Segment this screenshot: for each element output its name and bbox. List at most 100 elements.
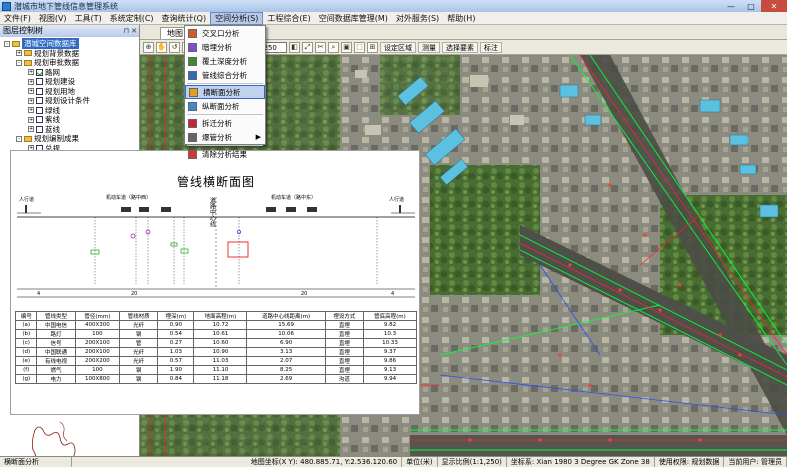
table-cell: 10.33 bbox=[362, 338, 418, 348]
layer-tree-title: 图层控制树 bbox=[3, 26, 43, 35]
toolbar-button-1[interactable]: 测量 bbox=[418, 41, 440, 53]
table-row: (g) 电力 100X800 钢 0.84 11.18 2.69 沟道 9.94 bbox=[14, 374, 418, 384]
view-icon-1[interactable]: ⤢ bbox=[302, 41, 313, 53]
table-cell: 100X800 bbox=[74, 374, 121, 384]
pipe-b bbox=[130, 233, 136, 239]
tool-icon-2[interactable]: ↺ bbox=[169, 41, 180, 53]
menu-item-analysis[interactable]: 清除分析结果 bbox=[185, 147, 265, 161]
view-icon-4[interactable]: ▣ bbox=[341, 41, 352, 53]
tool-icon-0[interactable]: ⊕ bbox=[143, 41, 154, 53]
label-right-sidewalk: 人行道 bbox=[389, 196, 404, 203]
layer-checkbox[interactable] bbox=[36, 68, 43, 76]
status-scale: 显示比例(1:1,250) bbox=[438, 457, 507, 467]
table-cell: 直埋 bbox=[324, 329, 364, 339]
layer-checkbox[interactable] bbox=[36, 125, 43, 133]
pipe-attribute-table: 编号 管线类型 管径(mm) 管线材质 埋深(m) 地面高程(m) 道路中心线距离(m) 埋设… bbox=[14, 311, 418, 384]
expand-toggle-icon[interactable]: - bbox=[16, 135, 22, 142]
close-button[interactable]: ✕ bbox=[761, 0, 787, 12]
maximize-button[interactable]: □ bbox=[741, 0, 761, 12]
table-header: 管线类型 bbox=[36, 311, 76, 321]
tool-icon-1[interactable]: ✋ bbox=[156, 41, 167, 53]
table-cell: 直埋 bbox=[324, 365, 364, 375]
table-header: 管底高程(m) bbox=[362, 311, 418, 321]
layer-checkbox[interactable] bbox=[36, 106, 43, 114]
tree-node[interactable]: + 规划设计条件 bbox=[0, 96, 139, 106]
analysis-icon bbox=[188, 42, 197, 52]
tree-node[interactable]: - 规划编制成果 bbox=[0, 134, 139, 144]
menu-item-analysis[interactable]: 爆管分析 ▶ bbox=[185, 130, 265, 144]
layer-checkbox[interactable] bbox=[36, 116, 43, 124]
layer-checkbox[interactable] bbox=[36, 78, 43, 86]
menu-item-9[interactable]: 帮助(H) bbox=[443, 12, 479, 25]
app-icon bbox=[2, 1, 11, 11]
table-cell: 电力 bbox=[36, 374, 76, 384]
table-cell: 2.69 bbox=[246, 374, 326, 384]
view-icon-2[interactable]: ✂ bbox=[315, 41, 326, 53]
menu-item-3[interactable]: 系统定制(C) bbox=[106, 12, 158, 25]
menu-item-analysis[interactable]: 纵断面分析 bbox=[185, 99, 265, 113]
table-cell: 中国电信 bbox=[36, 320, 76, 330]
view-icon-5[interactable]: ⬚ bbox=[354, 41, 365, 53]
expand-toggle-icon[interactable]: - bbox=[4, 40, 10, 47]
table-header: 道路中心线距离(m) bbox=[246, 311, 326, 321]
expand-toggle-icon[interactable]: + bbox=[28, 116, 34, 123]
menu-item-2[interactable]: 工具(T) bbox=[71, 12, 106, 25]
menu-item-label: 暗埋分析 bbox=[202, 42, 232, 52]
menu-item-analysis[interactable]: 横断面分析 bbox=[185, 85, 265, 99]
tree-node[interactable]: - 规划审批数据 bbox=[0, 58, 139, 68]
status-coords: 地图坐标(X Y): 480.885.71, Y:2.536.120.60 bbox=[247, 457, 403, 467]
table-cell: 10.60 bbox=[193, 338, 248, 348]
menu-item-analysis[interactable]: 覆土深度分析 bbox=[185, 54, 265, 68]
layer-checkbox[interactable] bbox=[36, 87, 43, 95]
minimize-button[interactable]: — bbox=[721, 0, 741, 12]
menu-item-analysis[interactable]: 拆迁分析 bbox=[185, 116, 265, 130]
menu-item-4[interactable]: 查询统计(Q) bbox=[158, 12, 211, 25]
expand-toggle-icon[interactable]: + bbox=[28, 78, 34, 85]
toolbar-button-2[interactable]: 选择要素 bbox=[442, 41, 478, 53]
table-cell: 3.13 bbox=[246, 347, 326, 357]
table-cell: 400X300 bbox=[74, 320, 121, 330]
menu-item-8[interactable]: 对外服务(S) bbox=[392, 12, 443, 25]
menu-item-1[interactable]: 视图(V) bbox=[35, 12, 71, 25]
view-icon-6[interactable]: ⊞ bbox=[367, 41, 378, 53]
layer-checkbox[interactable] bbox=[36, 97, 43, 105]
expand-toggle-icon[interactable]: + bbox=[16, 50, 22, 57]
expand-toggle-icon[interactable]: + bbox=[28, 69, 34, 76]
expand-toggle-icon[interactable]: - bbox=[16, 59, 22, 66]
menu-item-analysis[interactable]: 管线综合分析 bbox=[185, 68, 265, 82]
view-icon-3[interactable]: ⌕ bbox=[328, 41, 339, 53]
toolbar-button-0[interactable]: 设定区域 bbox=[380, 41, 416, 53]
table-cell: 9.37 bbox=[362, 347, 418, 357]
menu-item-6[interactable]: 工程综合(E) bbox=[263, 12, 314, 25]
toolbar-button-3[interactable]: 标注 bbox=[480, 41, 502, 53]
folder-icon bbox=[24, 59, 32, 66]
table-cell: 钢 bbox=[119, 329, 159, 339]
table-cell: 11.18 bbox=[193, 374, 248, 384]
table-cell: 0.90 bbox=[157, 320, 195, 330]
table-cell: 沟道 bbox=[324, 374, 364, 384]
expand-toggle-icon[interactable]: + bbox=[28, 88, 34, 95]
table-row: (c) 信号 200X100 管 0.27 10.60 6.90 直埋 10.33 bbox=[14, 338, 418, 348]
table-cell: 钢 bbox=[119, 365, 159, 375]
tree-node[interactable]: + 绿线 bbox=[0, 106, 139, 116]
pin-icon[interactable]: ⊓ ✕ bbox=[123, 25, 137, 37]
menu-item-0[interactable]: 文件(F) bbox=[0, 12, 35, 25]
status-unit: 单位(米) bbox=[402, 457, 438, 467]
expand-toggle-icon[interactable]: + bbox=[28, 126, 34, 133]
expand-toggle-icon[interactable]: + bbox=[28, 97, 34, 104]
menu-item-analysis[interactable]: 暗埋分析 bbox=[185, 40, 265, 54]
pipe-g bbox=[227, 241, 249, 258]
tree-node[interactable]: + 紫线 bbox=[0, 115, 139, 125]
analysis-icon bbox=[189, 87, 198, 97]
menu-item-analysis[interactable]: 交叉口分析 bbox=[185, 26, 265, 40]
menu-item-5[interactable]: 空间分析(S) bbox=[210, 11, 264, 25]
table-row: (a) 中国电信 400X300 光纤 0.90 10.72 15.69 直埋 9.82 bbox=[14, 320, 418, 330]
layer-tree: - 潜城空间数据库 + 规划背景数据 - 规划审批数据 + 路网 + 规划建设 + 规划用地 + 规划设计… bbox=[0, 37, 139, 163]
table-cell: 6.90 bbox=[246, 338, 326, 348]
view-icon-0[interactable]: ◧ bbox=[289, 41, 300, 53]
table-cell: 100 bbox=[74, 329, 121, 339]
dim-right: 4 bbox=[391, 291, 394, 297]
menu-item-7[interactable]: 空间数据库管理(M) bbox=[315, 12, 392, 25]
expand-toggle-icon[interactable]: + bbox=[28, 107, 34, 114]
table-row: (b) 路灯 100 钢 0.54 10.61 10.06 直埋 10.3 bbox=[14, 329, 418, 339]
